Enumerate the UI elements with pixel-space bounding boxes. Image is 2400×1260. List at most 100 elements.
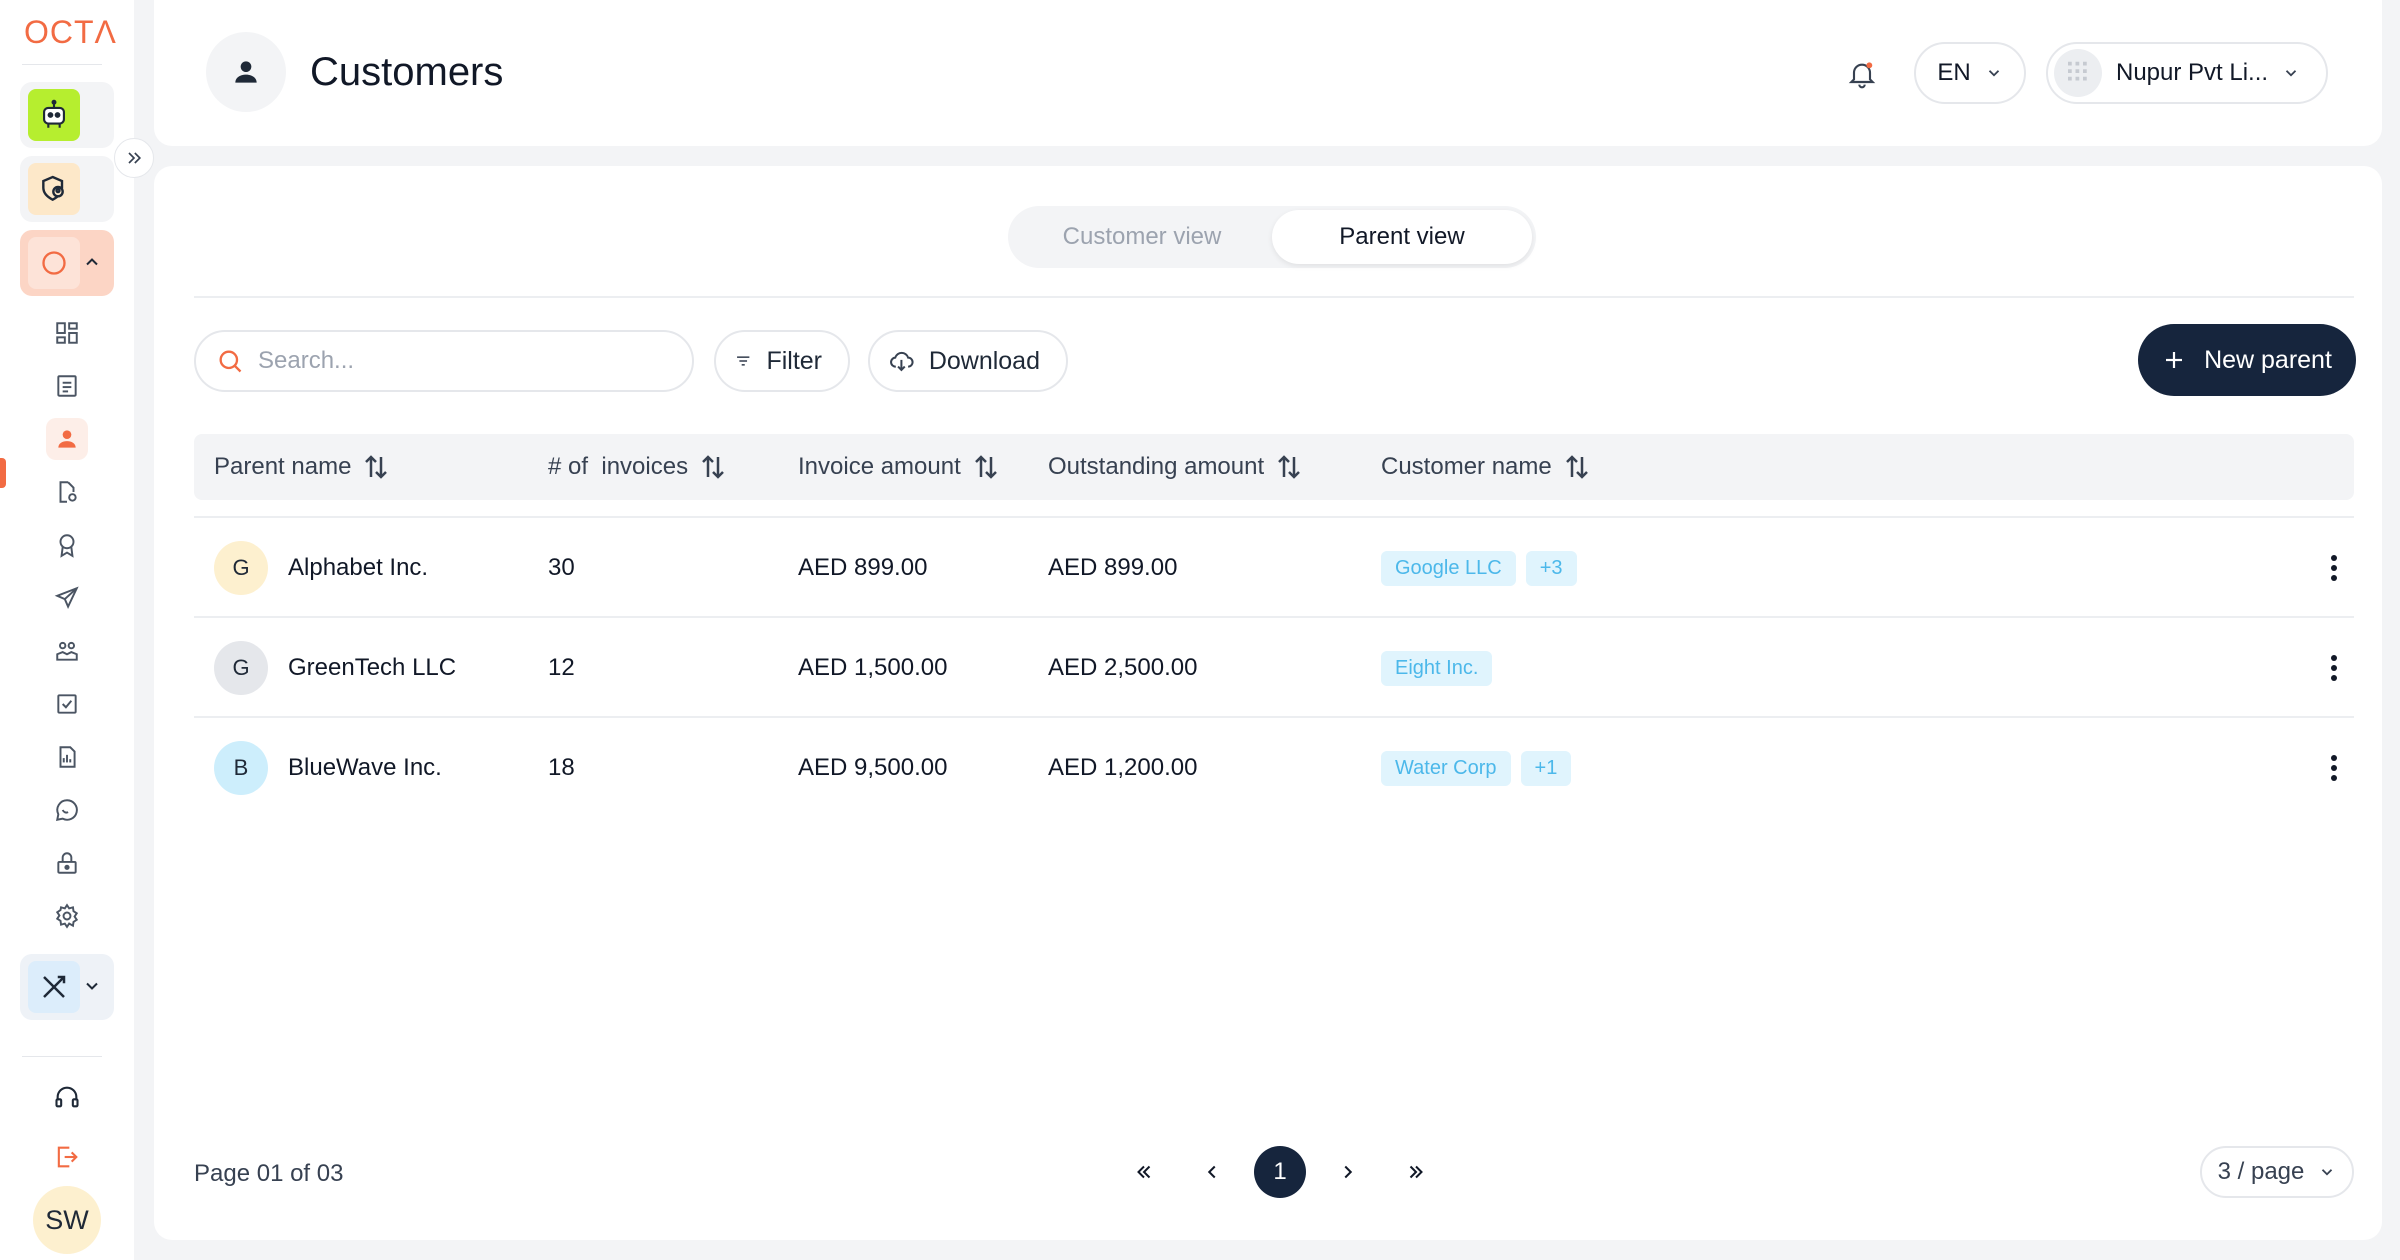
team-icon[interactable] [46, 630, 88, 672]
row-actions-icon[interactable] [2322, 552, 2346, 584]
double-chevron-right-icon [1409, 1165, 1423, 1179]
download-button[interactable]: Download [868, 330, 1068, 392]
customer-name-cell: Eight Inc. [1381, 618, 1502, 718]
view-toggle: Customer view Parent view [1008, 206, 1536, 268]
organization-select[interactable]: Nupur Pvt Li... [2046, 42, 2328, 104]
sidebar-app-circle[interactable] [20, 230, 114, 296]
double-chevron-right-icon [128, 152, 142, 164]
next-page-button[interactable] [1322, 1146, 1374, 1198]
search-box[interactable] [194, 330, 694, 392]
column-customer-name[interactable]: Customer name [1381, 434, 1592, 500]
chat-icon[interactable] [46, 789, 88, 831]
page-info: Page 01 of 03 [194, 1160, 344, 1187]
document-icon[interactable] [46, 365, 88, 407]
customer-name-cell: Google LLC +3 [1381, 518, 1587, 618]
pagination: 1 [1118, 1146, 1442, 1198]
customer-name-cell: Water Corp +1 [1381, 718, 1581, 818]
column-invoice-count[interactable]: # of invoices [548, 434, 728, 500]
robot-icon [28, 89, 80, 141]
last-page-button[interactable] [1390, 1146, 1442, 1198]
sort-icon [365, 455, 388, 479]
sort-icon [1565, 455, 1588, 479]
customer-icon[interactable] [46, 418, 88, 460]
invoice-amount-cell: AED 1,500.00 [798, 654, 948, 681]
page-number-current[interactable]: 1 [1254, 1146, 1306, 1198]
sidebar-app-user-shield[interactable] [20, 156, 114, 222]
row-actions-icon[interactable] [2322, 652, 2346, 684]
more-customers-tag[interactable]: +3 [1525, 550, 1577, 586]
page-header: Customers EN Nupur Pvt Li... [154, 0, 2382, 146]
chevron-down-icon[interactable] [82, 976, 102, 996]
language-select[interactable]: EN [1914, 42, 2026, 104]
double-chevron-left-icon [1137, 1165, 1151, 1179]
customer-tag[interactable]: Eight Inc. [1381, 650, 1493, 686]
cloud-download-icon [890, 351, 914, 372]
parent-avatar: B [214, 741, 268, 795]
logout-icon[interactable] [46, 1136, 88, 1178]
filter-button[interactable]: Filter [714, 330, 850, 392]
new-parent-button[interactable]: New parent [2138, 324, 2356, 396]
table-row[interactable]: G Alphabet Inc. 30 AED 899.00 AED 899.00… [194, 516, 2354, 616]
per-page-select[interactable]: 3 / page [2200, 1146, 2354, 1198]
outstanding-amount-cell: AED 1,200.00 [1048, 754, 1198, 781]
prev-page-button[interactable] [1186, 1146, 1238, 1198]
chevron-down-icon [2285, 70, 2297, 77]
parent-name-cell: G Alphabet Inc. [214, 518, 428, 618]
language-value: EN [1937, 59, 1971, 86]
invoice-count-cell: 30 [548, 554, 575, 581]
tools-icon [28, 961, 80, 1013]
file-settings-icon[interactable] [46, 471, 88, 513]
sort-icon [974, 455, 997, 479]
invoice-amount-cell: AED 9,500.00 [798, 754, 948, 781]
outstanding-amount-cell: AED 899.00 [1048, 554, 1178, 581]
customer-tag[interactable]: Google LLC [1381, 550, 1516, 586]
table-row[interactable]: G GreenTech LLC 12 AED 1,500.00 AED 2,50… [194, 616, 2354, 716]
user-shield-icon [28, 163, 80, 215]
parent-name-cell: G GreenTech LLC [214, 618, 456, 718]
customer-tag[interactable]: Water Corp [1381, 750, 1511, 786]
new-parent-label: New parent [2204, 345, 2332, 374]
download-label: Download [928, 346, 1040, 375]
column-invoice-amount[interactable]: Invoice amount [798, 434, 1001, 500]
search-icon [219, 350, 242, 373]
gear-icon[interactable] [46, 895, 88, 937]
sort-icon [702, 455, 724, 479]
sidebar-app-tools[interactable] [20, 954, 114, 1020]
search-input[interactable] [258, 347, 658, 375]
first-page-button[interactable] [1118, 1146, 1170, 1198]
main-content: Customer view Parent view Filter Downloa… [154, 166, 2382, 1240]
row-actions-icon[interactable] [2322, 752, 2346, 784]
brand-logo[interactable]: OCTΛ [24, 14, 117, 51]
report-icon[interactable] [46, 736, 88, 778]
badge-icon[interactable] [46, 524, 88, 566]
sidebar-app-bot[interactable] [20, 82, 114, 148]
headset-icon[interactable] [46, 1076, 88, 1118]
send-icon[interactable] [46, 577, 88, 619]
column-outstanding-amount[interactable]: Outstanding amount [1048, 434, 1304, 500]
chevron-up-icon[interactable] [82, 252, 102, 272]
tab-parent-view[interactable]: Parent view [1272, 210, 1532, 264]
notification-bell-icon[interactable] [1840, 52, 1884, 96]
table-row[interactable]: B BlueWave Inc. 18 AED 9,500.00 AED 1,20… [194, 716, 2354, 816]
grid-icon[interactable] [46, 312, 88, 354]
parent-avatar: G [214, 541, 268, 595]
lock-star-icon[interactable] [46, 842, 88, 884]
sidebar-expand-button[interactable] [114, 138, 154, 178]
parent-name-cell: B BlueWave Inc. [214, 718, 442, 818]
column-parent-name[interactable]: Parent name [214, 434, 391, 500]
more-customers-tag[interactable]: +1 [1520, 750, 1572, 786]
invoice-count-cell: 12 [548, 654, 575, 681]
active-nav-marker [0, 458, 6, 488]
filter-icon [737, 356, 750, 366]
user-avatar[interactable]: SW [33, 1186, 101, 1254]
toggle-divider [194, 296, 2354, 298]
chevron-left-icon [1207, 1165, 1216, 1179]
circle-icon [28, 237, 80, 289]
tab-customer-view[interactable]: Customer view [1012, 210, 1272, 264]
table-header: Parent name # of invoices Invoice amount… [194, 434, 2354, 500]
org-logo-icon [2054, 49, 2102, 97]
filter-label: Filter [766, 346, 822, 375]
sidebar-divider-bottom [22, 1056, 102, 1057]
organization-name: Nupur Pvt Li... [2116, 59, 2269, 86]
checkbox-icon[interactable] [46, 683, 88, 725]
